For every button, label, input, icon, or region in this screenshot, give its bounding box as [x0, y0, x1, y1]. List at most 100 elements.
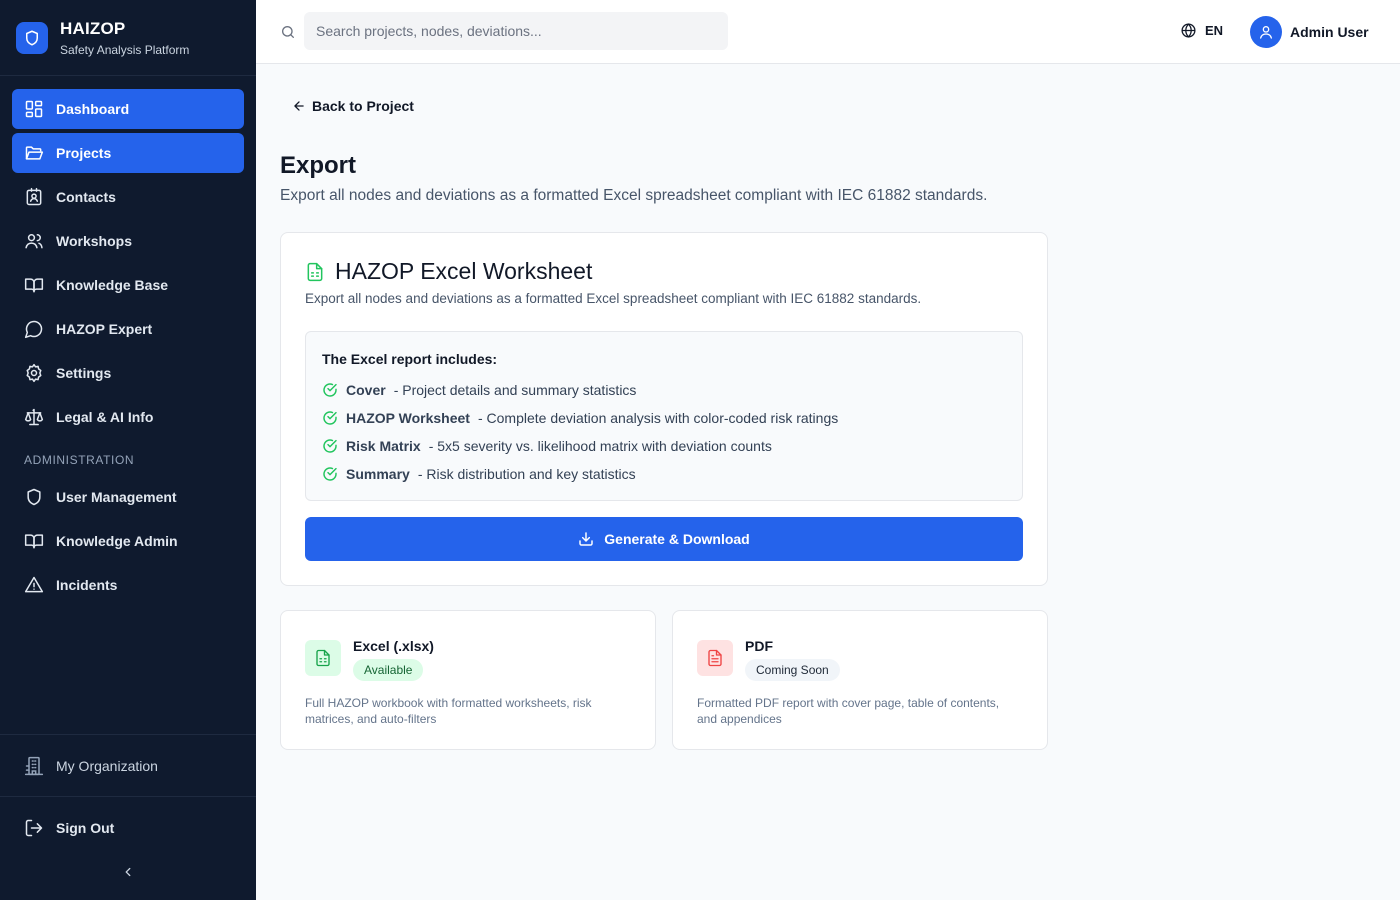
sidebar-item-projects[interactable]: Projects [12, 133, 244, 173]
include-name: HAZOP Worksheet [346, 410, 470, 426]
check-circle-icon [322, 382, 346, 398]
list-item: HAZOP Worksheet - Complete deviation ana… [322, 410, 838, 426]
user-icon [1258, 24, 1274, 40]
warning-triangle-icon [24, 575, 44, 595]
include-name: Summary [346, 466, 410, 482]
chevron-left-icon [121, 865, 135, 879]
sidebar-item-label: User Management [56, 489, 177, 505]
list-item: Cover - Project details and summary stat… [322, 382, 636, 398]
contact-badge-icon [24, 187, 44, 207]
sidebar: HAIZOP Safety Analysis Platform Dashboar… [0, 0, 256, 900]
card-title-text: HAZOP Excel Worksheet [335, 258, 593, 284]
include-name: Risk Matrix [346, 438, 421, 454]
sidebar-item-workshops[interactable]: Workshops [12, 221, 244, 261]
avatar [1250, 16, 1282, 48]
status-badge: Available [353, 659, 424, 681]
log-out-icon [24, 818, 44, 838]
sidebar-item-label: Knowledge Base [56, 277, 169, 293]
pdf-file-icon [697, 640, 733, 676]
format-description: Full HAZOP workbook with formatted works… [305, 696, 592, 726]
generate-download-button[interactable]: Generate & Download [305, 517, 1023, 561]
spreadsheet-icon [305, 262, 335, 282]
dashboard-grid-icon [24, 99, 44, 119]
users-icon [24, 231, 44, 251]
check-circle-icon [322, 438, 346, 454]
search-input[interactable] [304, 12, 728, 50]
sidebar-item-user-management[interactable]: User Management [12, 477, 244, 517]
user-menu[interactable]: Admin User [1250, 16, 1369, 48]
generate-download-label: Generate & Download [604, 531, 750, 547]
sidebar-nav: Dashboard Projects Contacts Workshops Kn… [0, 76, 256, 605]
include-desc: - Risk distribution and key statistics [417, 466, 636, 482]
globe-icon [1180, 22, 1205, 39]
status-badge: Coming Soon [745, 659, 840, 681]
card-description: Export all nodes and deviations as a for… [305, 291, 922, 306]
sidebar-item-legal-ai-info[interactable]: Legal & AI Info [12, 397, 244, 437]
check-circle-icon [322, 410, 346, 426]
format-card-excel: Excel (.xlsx) Available Full HAZOP workb… [280, 610, 656, 750]
sidebar-item-knowledge-base[interactable]: Knowledge Base [12, 265, 244, 305]
include-desc: - Project details and summary statistics [393, 382, 637, 398]
spreadsheet-icon [305, 640, 341, 676]
book-open-icon [24, 275, 44, 295]
sidebar-item-label: Workshops [56, 233, 132, 249]
gear-icon [24, 363, 44, 383]
card-title: HAZOP Excel Worksheet [305, 258, 592, 285]
brand: HAIZOP Safety Analysis Platform [0, 0, 256, 76]
language-selector[interactable]: EN [1180, 22, 1223, 39]
format-card-pdf: PDF Coming Soon Formatted PDF report wit… [672, 610, 1048, 750]
sidebar-item-label: Settings [56, 365, 112, 381]
nav-section-administration: ADMINISTRATION [24, 453, 135, 467]
language-label: EN [1205, 23, 1224, 38]
sidebar-item-label: Contacts [56, 189, 116, 205]
arrow-left-icon [292, 99, 312, 113]
sidebar-item-label: Incidents [56, 577, 118, 593]
sidebar-item-label: Dashboard [56, 101, 130, 117]
page-title: Export [280, 152, 357, 179]
check-circle-icon [322, 466, 346, 482]
back-label: Back to Project [312, 98, 414, 114]
includes-title: The Excel report includes: [322, 351, 498, 367]
format-name: PDF [745, 638, 773, 654]
my-organization-link[interactable]: My Organization [0, 734, 256, 796]
folder-open-icon [24, 143, 44, 163]
building-icon [24, 756, 44, 776]
topbar: EN Admin User [256, 0, 1400, 64]
sidebar-item-settings[interactable]: Settings [12, 353, 244, 393]
format-description: Formatted PDF report with cover page, ta… [697, 696, 1000, 726]
sidebar-item-dashboard[interactable]: Dashboard [12, 89, 244, 129]
excel-worksheet-card: HAZOP Excel Worksheet Export all nodes a… [280, 232, 1048, 586]
list-item: Risk Matrix - 5x5 severity vs. likelihoo… [322, 438, 772, 454]
chat-bubble-icon [24, 319, 44, 339]
brand-title: HAIZOP [60, 18, 126, 38]
report-includes-box: The Excel report includes: Cover - Proje… [305, 331, 1023, 501]
page-description: Export all nodes and deviations as a for… [280, 187, 988, 204]
book-open-icon [24, 531, 44, 551]
sidebar-item-hazop-expert[interactable]: HAZOP Expert [12, 309, 244, 349]
shield-logo-icon [16, 21, 48, 54]
sign-out-button[interactable]: Sign Out [0, 796, 256, 858]
sidebar-item-label: Projects [56, 145, 112, 161]
format-name: Excel (.xlsx) [353, 638, 434, 654]
include-desc: - Complete deviation analysis with color… [477, 410, 839, 426]
download-icon [578, 531, 604, 547]
search-icon [280, 24, 296, 40]
sidebar-item-contacts[interactable]: Contacts [12, 177, 244, 217]
sidebar-item-incidents[interactable]: Incidents [12, 565, 244, 605]
brand-subtitle: Safety Analysis Platform [60, 42, 190, 57]
sidebar-item-label: HAZOP Expert [56, 321, 153, 337]
sidebar-item-label: Knowledge Admin [56, 533, 178, 549]
user-name: Admin User [1290, 24, 1369, 40]
sign-out-label: Sign Out [56, 819, 115, 836]
main-content: Back to Project Export Export all nodes … [256, 64, 1400, 900]
sidebar-item-knowledge-admin[interactable]: Knowledge Admin [12, 521, 244, 561]
collapse-sidebar-button[interactable] [0, 862, 256, 882]
include-desc: - 5x5 severity vs. likelihood matrix wit… [428, 438, 772, 454]
back-to-project-link[interactable]: Back to Project [292, 98, 414, 114]
include-name: Cover [346, 382, 386, 398]
my-organization-label: My Organization [56, 757, 158, 774]
scale-icon [24, 407, 44, 427]
list-item: Summary - Risk distribution and key stat… [322, 466, 636, 482]
sidebar-item-label: Legal & AI Info [56, 409, 154, 425]
shield-icon [24, 487, 44, 507]
